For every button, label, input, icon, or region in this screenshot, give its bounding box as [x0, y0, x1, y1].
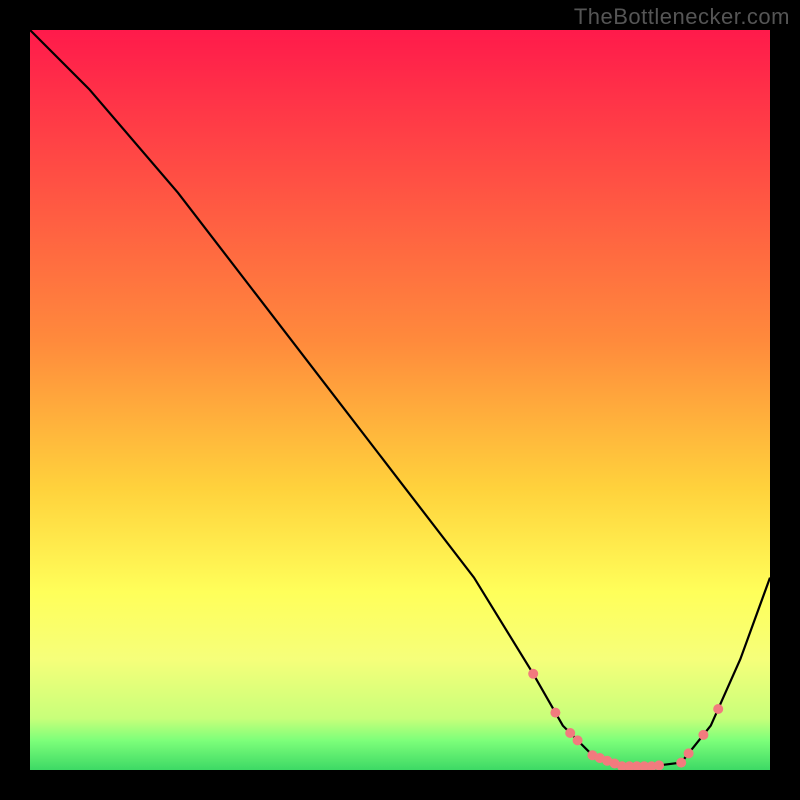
- valley-dot: [565, 728, 575, 738]
- watermark-text: TheBottlenecker.com: [574, 4, 790, 30]
- valley-dot: [676, 758, 686, 768]
- plot-svg: [30, 30, 770, 770]
- valley-dot: [573, 735, 583, 745]
- plot-area: [30, 30, 770, 770]
- valley-dot: [698, 730, 708, 740]
- valley-dot: [713, 704, 723, 714]
- valley-dot: [684, 748, 694, 758]
- gradient-background: [30, 30, 770, 770]
- valley-dot: [528, 669, 538, 679]
- chart-frame: TheBottlenecker.com: [0, 0, 800, 800]
- valley-dot: [550, 708, 560, 718]
- valley-dot: [654, 760, 664, 770]
